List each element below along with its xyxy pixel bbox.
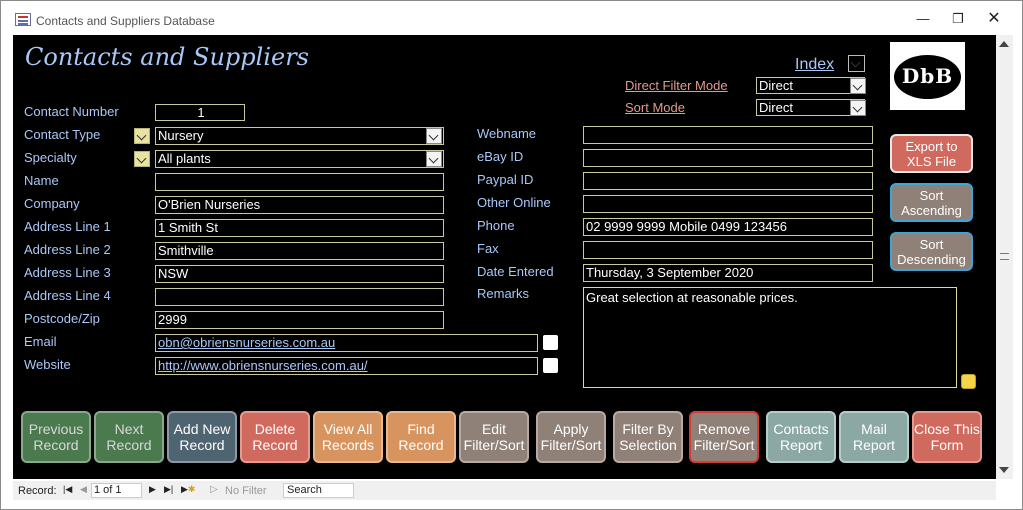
page-title: Contacts and Suppliers xyxy=(25,43,309,71)
website-checkbox[interactable] xyxy=(543,358,558,373)
address-line-2-field[interactable]: Smithville xyxy=(155,242,444,260)
fax-field[interactable] xyxy=(583,241,873,259)
direct-filter-mode-dropdown[interactable] xyxy=(850,78,866,94)
scroll-up-icon[interactable] xyxy=(999,41,1009,47)
website-label: Website xyxy=(24,357,71,372)
email-label: Email xyxy=(24,334,57,349)
email-field[interactable]: obn@obriensnurseries.com.au xyxy=(155,334,538,352)
contact-number-field[interactable]: 1 xyxy=(155,104,245,121)
contact-number-label: Contact Number xyxy=(24,104,119,119)
address-line-4-field[interactable] xyxy=(155,288,444,306)
mail-report-button[interactable]: Mail Report xyxy=(839,411,909,463)
export-xls-button[interactable]: Export to XLS File xyxy=(890,134,973,173)
address-line-1-field[interactable]: 1 Smith St xyxy=(155,219,444,237)
last-record-icon[interactable]: ▶| xyxy=(164,484,173,495)
remarks-field[interactable]: Great selection at reasonable prices. xyxy=(583,287,957,388)
index-dropdown[interactable] xyxy=(848,55,865,72)
email-checkbox[interactable] xyxy=(543,335,558,350)
view-all-records-button[interactable]: View All Records xyxy=(313,411,383,463)
specialty-select[interactable]: All plants xyxy=(155,150,444,168)
address-line-4-label: Address Line 4 xyxy=(24,288,111,303)
sort-ascending-button[interactable]: Sort Ascending xyxy=(890,183,973,222)
edit-filter-sort-button[interactable]: Edit Filter/Sort xyxy=(459,411,529,463)
paypal-id-label: Paypal ID xyxy=(477,172,534,187)
window-title: Contacts and Suppliers Database xyxy=(36,14,215,28)
fax-label: Fax xyxy=(477,241,499,256)
specialty-lookup-button[interactable] xyxy=(134,151,150,167)
vertical-scrollbar[interactable] xyxy=(996,35,1013,479)
minimize-icon[interactable]: — xyxy=(911,9,935,29)
postcode-field[interactable]: 2999 xyxy=(155,311,444,329)
sort-descending-button[interactable]: Sort Descending xyxy=(890,232,973,271)
company-label: Company xyxy=(24,196,80,211)
index-link[interactable]: Index xyxy=(795,56,834,74)
sort-mode-dropdown[interactable] xyxy=(850,100,866,116)
website-field[interactable]: http://www.obriensnurseries.com.au/ xyxy=(155,357,538,375)
address-line-1-label: Address Line 1 xyxy=(24,219,111,234)
new-record-icon[interactable]: ▶✱ xyxy=(181,484,195,495)
remarks-zoom-button[interactable] xyxy=(961,374,976,389)
previous-record-icon[interactable]: ◀ xyxy=(80,484,87,495)
delete-record-button[interactable]: Delete Record xyxy=(240,411,310,463)
phone-field[interactable]: 02 9999 9999 Mobile 0499 123456 xyxy=(583,218,873,236)
name-label: Name xyxy=(24,173,59,188)
no-filter-icon: ▷ xyxy=(210,484,218,495)
direct-filter-mode-select[interactable]: Direct xyxy=(756,77,865,94)
logo: DbB xyxy=(890,42,965,110)
ebay-id-field[interactable] xyxy=(583,149,873,167)
next-record-icon[interactable]: ▶ xyxy=(149,484,156,495)
title-bar: Contacts and Suppliers Database — ❐ ✕ xyxy=(1,1,1022,33)
other-online-field[interactable] xyxy=(583,195,873,213)
postcode-label: Postcode/Zip xyxy=(24,311,100,326)
previous-record-button[interactable]: Previous Record xyxy=(21,411,91,463)
address-line-3-label: Address Line 3 xyxy=(24,265,111,280)
apply-filter-sort-button[interactable]: Apply Filter/Sort xyxy=(536,411,606,463)
direct-filter-mode-link[interactable]: Direct Filter Mode xyxy=(625,78,728,93)
phone-label: Phone xyxy=(477,218,515,233)
remove-filter-sort-button[interactable]: Remove Filter/Sort xyxy=(689,411,759,463)
company-field[interactable]: O'Brien Nurseries xyxy=(155,196,444,214)
logo-text: DbB xyxy=(901,64,954,88)
other-online-label: Other Online xyxy=(477,195,551,210)
contact-type-lookup-button[interactable] xyxy=(134,128,150,144)
first-record-icon[interactable]: |◀ xyxy=(63,484,72,495)
close-icon[interactable]: ✕ xyxy=(982,9,1006,29)
add-new-record-button[interactable]: Add New Record xyxy=(167,411,237,463)
restore-icon[interactable]: ❐ xyxy=(946,9,970,29)
scroll-grip-icon[interactable] xyxy=(1000,253,1009,260)
remarks-label: Remarks xyxy=(477,286,530,301)
record-navigation-bar: Record: |◀ ◀ 1 of 1 ▶ ▶| ▶✱ ▷ No Filter … xyxy=(13,481,996,500)
contact-type-select[interactable]: Nursery xyxy=(155,127,444,145)
contacts-report-button[interactable]: Contacts Report xyxy=(766,411,836,463)
record-position-field[interactable]: 1 of 1 xyxy=(91,483,142,498)
find-record-button[interactable]: Find Record xyxy=(386,411,456,463)
scroll-down-icon[interactable] xyxy=(999,467,1009,473)
ebay-id-label: eBay ID xyxy=(477,149,524,164)
next-record-button[interactable]: Next Record xyxy=(94,411,164,463)
specialty-label: Specialty xyxy=(24,150,77,165)
address-line-3-field[interactable]: NSW xyxy=(155,265,444,283)
specialty-dropdown[interactable] xyxy=(426,151,442,167)
sort-mode-select[interactable]: Direct xyxy=(756,99,865,116)
search-input[interactable]: Search xyxy=(283,483,354,498)
sort-mode-link[interactable]: Sort Mode xyxy=(625,100,685,115)
date-entered-label: Date Entered xyxy=(477,264,554,279)
name-field[interactable] xyxy=(155,173,444,191)
filter-status[interactable]: No Filter xyxy=(225,485,267,497)
contacts-form: Contacts and Suppliers DbB Index Direct … xyxy=(13,35,996,479)
filter-by-selection-button[interactable]: Filter By Selection xyxy=(613,411,683,463)
application-window: Contacts and Suppliers Database — ❐ ✕ Co… xyxy=(0,0,1023,510)
webname-label: Webname xyxy=(477,126,537,141)
close-form-button[interactable]: Close This Form xyxy=(912,411,982,463)
record-label: Record: xyxy=(18,485,57,497)
webname-field[interactable] xyxy=(583,126,873,144)
paypal-id-field[interactable] xyxy=(583,172,873,190)
address-line-2-label: Address Line 2 xyxy=(24,242,111,257)
contact-type-label: Contact Type xyxy=(24,127,101,142)
contact-type-dropdown[interactable] xyxy=(426,128,442,144)
form-icon xyxy=(15,13,31,26)
date-entered-field[interactable]: Thursday, 3 September 2020 xyxy=(583,264,873,282)
